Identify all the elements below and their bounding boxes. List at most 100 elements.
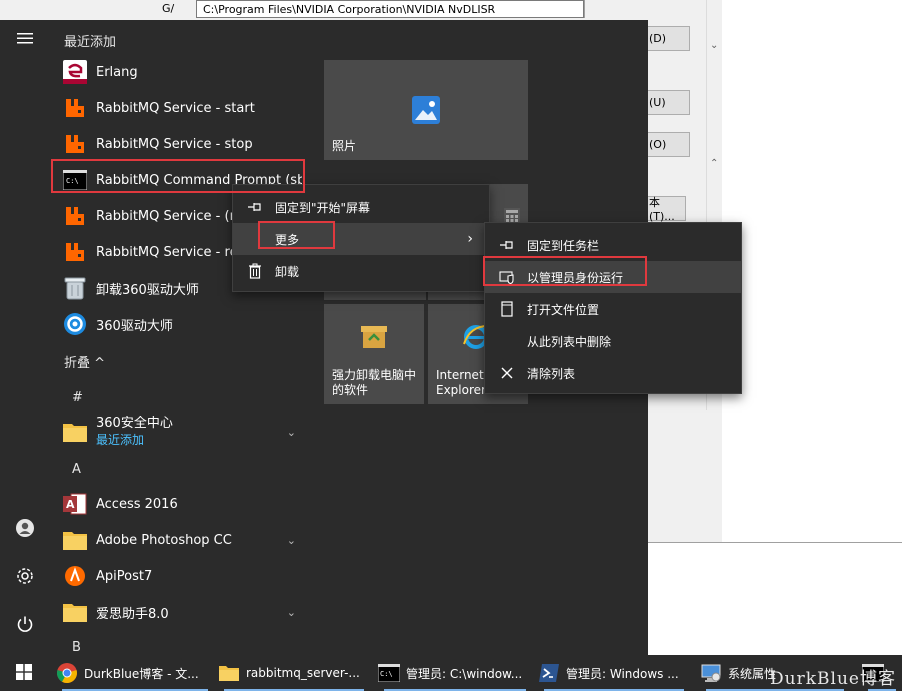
rabbitmq-icon <box>63 240 87 264</box>
open-file-location-label: 打开文件位置 <box>527 302 600 317</box>
pin-to-start-item[interactable]: 固定到"开始"屏幕 <box>233 191 489 223</box>
app-label: Adobe Photoshop CC <box>96 532 232 548</box>
tile-uninstall-software[interactable]: 强力卸载电脑中 的软件 <box>324 304 424 404</box>
taskbar-item-chrome[interactable]: DurkBlue博客 - 文... <box>56 655 214 691</box>
open-file-location-item[interactable]: 打开文件位置 <box>485 293 741 325</box>
recycle-bin-icon <box>63 276 87 300</box>
app-item-erlang[interactable]: Erlang <box>50 54 308 90</box>
tile-label: 强力卸载电脑中 的软件 <box>332 368 417 397</box>
background-button-d[interactable]: (D) <box>646 26 690 51</box>
user-avatar-icon[interactable] <box>13 518 37 542</box>
pin-to-taskbar-label: 固定到任务栏 <box>527 238 600 253</box>
app-list: 最近添加 Erlang RabbitMQ Service - start Rab… <box>50 20 310 655</box>
pin-to-start-label: 固定到"开始"屏幕 <box>275 200 371 215</box>
powershell-icon <box>538 662 560 684</box>
folder-label: 360安全中心 <box>96 416 173 431</box>
background-button-o[interactable]: (O) <box>646 132 690 157</box>
svg-text:A: A <box>66 498 75 511</box>
folder-icon <box>218 662 240 684</box>
app-item-360-driver[interactable]: 360驱动大师 <box>50 306 308 342</box>
uninstall-box-icon <box>360 322 388 353</box>
taskbar-label: 管理员: Windows ... <box>566 666 679 681</box>
rabbitmq-icon <box>63 132 87 156</box>
background-button-u[interactable]: (U) <box>646 90 690 115</box>
scroll-up-icon[interactable]: ⌃ <box>710 158 718 169</box>
start-left-rail <box>0 20 50 655</box>
taskbar-item-cmd[interactable]: C:\ 管理员: C:\window... <box>378 655 532 691</box>
group-header-hash[interactable]: # <box>72 390 83 405</box>
tile-label: 照片 <box>332 139 357 153</box>
app-item-rabbitmq-start[interactable]: RabbitMQ Service - start <box>50 90 308 126</box>
clear-list-item[interactable]: 清除列表 <box>485 357 741 389</box>
background-divider <box>584 0 585 18</box>
more-label: 更多 <box>275 232 300 247</box>
background-button-t[interactable]: 本(T)... <box>646 196 686 223</box>
close-x-icon <box>499 367 515 379</box>
taskbar: DurkBlue博客 - 文... rabbitmq_server-... C:… <box>0 655 902 691</box>
tile-photos[interactable]: 照片 <box>324 60 528 160</box>
collapse-toggle[interactable]: 折叠 ^ <box>64 352 105 371</box>
system-properties-icon <box>700 662 722 684</box>
erlang-icon <box>63 60 87 84</box>
more-item[interactable]: 更多 › <box>233 223 489 255</box>
taskbar-label: 系统属性 <box>728 666 777 681</box>
run-as-admin-item[interactable]: 以管理员身份运行 <box>485 261 741 293</box>
app-label: RabbitMQ Service - start <box>96 100 255 116</box>
context-menu: 固定到"开始"屏幕 更多 › 卸载 <box>232 184 490 292</box>
watermark: DurkBlue博客 <box>770 669 896 689</box>
svg-text:C:\: C:\ <box>380 670 393 678</box>
app-item-adobe-photoshop-folder[interactable]: Adobe Photoshop CC ⌄ <box>50 522 308 558</box>
chrome-icon <box>56 662 78 684</box>
app-label: 360驱动大师 <box>96 318 173 334</box>
scroll-down-icon[interactable]: ⌄ <box>710 40 718 51</box>
group-header-b[interactable]: B <box>72 640 81 655</box>
app-item-aisi-folder[interactable]: 爱思助手8.0 ⌄ <box>50 594 308 630</box>
remove-from-list-item[interactable]: 从此列表中删除 <box>485 325 741 357</box>
folder-icon <box>63 528 87 552</box>
taskbar-item-explorer[interactable]: rabbitmq_server-... <box>218 655 370 691</box>
photos-icon <box>412 96 440 127</box>
app-label: 爱思助手8.0 <box>96 606 169 622</box>
background-gutter-text: G/ <box>162 2 175 15</box>
run-as-admin-label: 以管理员身份运行 <box>527 270 624 285</box>
start-button[interactable] <box>0 655 48 691</box>
cmd-icon: C:\ <box>63 168 87 192</box>
recent-header: 最近添加 <box>64 35 117 50</box>
power-icon[interactable] <box>13 614 37 638</box>
app-item-access-2016[interactable]: A Access 2016 <box>50 486 308 522</box>
folder-360-security[interactable]: 360安全中心 最近添加 ⌄ <box>50 412 308 452</box>
file-location-icon <box>499 301 515 317</box>
access-icon: A <box>63 492 87 516</box>
taskbar-item-powershell[interactable]: 管理员: Windows ... <box>538 655 690 691</box>
hamburger-menu-icon[interactable] <box>13 28 37 52</box>
pin-icon <box>499 239 515 251</box>
apipost-icon <box>63 564 87 588</box>
app-item-rabbitmq-stop[interactable]: RabbitMQ Service - stop <box>50 126 308 162</box>
chevron-down-icon: ⌄ <box>286 605 296 619</box>
360-driver-icon <box>63 312 87 336</box>
app-label: ApiPost7 <box>96 568 153 584</box>
uninstall-label: 卸载 <box>275 264 300 279</box>
shield-admin-icon <box>499 270 515 284</box>
trash-icon <box>247 263 263 279</box>
uninstall-item[interactable]: 卸载 <box>233 255 489 287</box>
background-lower-panel <box>648 542 902 655</box>
cmd-icon: C:\ <box>378 662 400 684</box>
app-label: Access 2016 <box>96 496 178 512</box>
clear-list-label: 清除列表 <box>527 366 576 381</box>
folder-icon <box>63 420 87 444</box>
remove-from-list-label: 从此列表中删除 <box>527 334 612 349</box>
app-label: RabbitMQ Service - stop <box>96 136 253 152</box>
chevron-right-icon: › <box>467 231 473 247</box>
folder-icon <box>63 600 87 624</box>
group-header-a[interactable]: A <box>72 462 81 477</box>
chevron-down-icon: ⌄ <box>286 533 296 547</box>
pin-to-taskbar-item[interactable]: 固定到任务栏 <box>485 229 741 261</box>
chevron-down-icon: ⌄ <box>286 425 296 439</box>
background-path-field[interactable]: C:\Program Files\NVIDIA Corporation\NVID… <box>196 0 584 18</box>
pin-icon <box>247 201 263 213</box>
windows-logo-icon <box>16 663 32 683</box>
app-item-apipost7[interactable]: ApiPost7 <box>50 558 308 594</box>
background-white-panel <box>722 0 902 545</box>
settings-gear-icon[interactable] <box>13 566 37 590</box>
